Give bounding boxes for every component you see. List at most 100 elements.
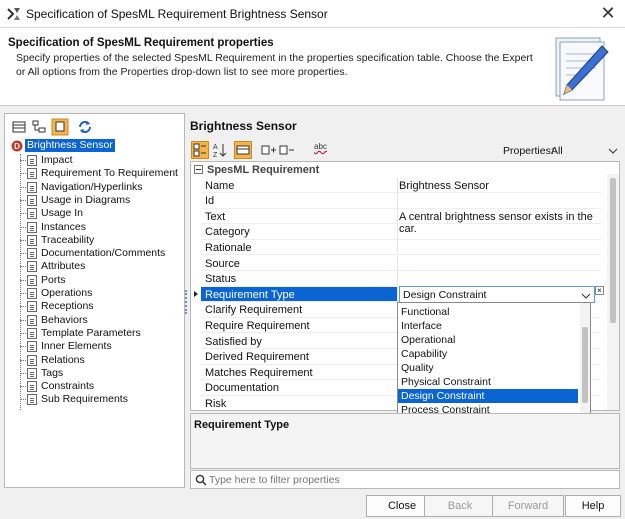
tree-item-label: Requirement To Requirement: [41, 167, 178, 180]
collapse-all-icon[interactable]: [278, 141, 296, 159]
property-name: Derived Requirement: [205, 351, 309, 364]
page-icon: [27, 221, 37, 233]
categorized-view-icon[interactable]: [191, 141, 209, 159]
property-name: Text: [205, 210, 226, 223]
property-row[interactable]: Text A central brightness sensor exists i…: [191, 208, 601, 235]
tree-item-label: Attributes: [41, 260, 86, 273]
close-icon[interactable]: ✕: [597, 3, 619, 25]
property-name: Satisfied by: [205, 335, 262, 348]
chevron-down-icon: [581, 293, 591, 299]
property-name: Risk: [205, 397, 227, 410]
filter-input[interactable]: [209, 472, 609, 487]
property-name: Category: [205, 226, 250, 239]
show-description-icon[interactable]: [234, 141, 252, 159]
clear-value-icon[interactable]: ×: [595, 286, 604, 295]
page-icon: [27, 274, 37, 286]
pin-panel-icon[interactable]: [51, 118, 69, 136]
column-separator: [397, 193, 398, 209]
description-title: Requirement Type: [194, 419, 290, 431]
column-separator: [397, 255, 398, 271]
tree-item-label: Inner Elements: [41, 340, 112, 353]
tree-connector-branch: [20, 173, 26, 175]
tree-item-label: Template Parameters: [41, 326, 141, 339]
current-row-arrow-icon: [194, 290, 198, 297]
tree-connector-branch: [20, 239, 26, 241]
help-button[interactable]: Help: [565, 495, 621, 517]
property-row[interactable]: Source: [191, 255, 601, 271]
splitter-handle[interactable]: [185, 290, 187, 314]
dropdown-option[interactable]: Functional: [398, 305, 578, 319]
tree-connector-branch: [20, 266, 26, 268]
property-row[interactable]: Category: [191, 224, 601, 240]
column-separator: [397, 271, 398, 287]
table-view-icon[interactable]: [10, 118, 28, 136]
page-icon: [27, 394, 37, 406]
property-name: Rationale: [205, 241, 252, 254]
tree-panel: D Brightness Sensor Impact Requirement To…: [4, 113, 185, 488]
property-tree: D Brightness Sensor Impact Requirement To…: [5, 138, 184, 487]
tree-view-icon[interactable]: [30, 118, 48, 136]
property-row[interactable]: Rationale: [191, 239, 601, 256]
forward-button[interactable]: Forward: [492, 495, 564, 517]
page-icon: [27, 327, 37, 339]
column-separator: [397, 224, 398, 240]
tree-item-label: Usage in Diagrams: [41, 193, 131, 206]
grid-scrollbar-thumb[interactable]: [610, 178, 616, 323]
search-icon: [195, 474, 207, 486]
column-separator: [397, 177, 398, 193]
tree-item-label: Impact: [41, 154, 73, 166]
dropdown-option[interactable]: Capability: [398, 347, 578, 361]
tree-connector-branch: [20, 399, 26, 401]
tree-item-label: Usage In: [41, 207, 84, 220]
grid-scrollbar[interactable]: [607, 174, 619, 410]
filter-box[interactable]: [190, 470, 620, 489]
dropdown-option[interactable]: Quality: [398, 361, 578, 375]
sort-alphabetical-icon[interactable]: A Z: [211, 141, 229, 159]
dropdown-option[interactable]: Operational: [398, 333, 578, 347]
property-name: Require Requirement: [205, 319, 310, 332]
document-pencil-icon: [555, 37, 609, 101]
window-title: Specification of SpesML Requirement Brig…: [26, 7, 328, 21]
column-separator: [397, 239, 398, 256]
property-name: Matches Requirement: [205, 366, 313, 379]
property-row[interactable]: Status: [191, 271, 601, 287]
property-row[interactable]: Id: [191, 193, 601, 209]
page-icon: [27, 288, 37, 299]
dropdown-option[interactable]: Physical Constraint: [398, 375, 578, 389]
dropdown-option[interactable]: Interface: [398, 319, 578, 333]
tree-root-label: Brightness Sensor: [25, 139, 115, 152]
column-separator: [397, 286, 398, 303]
properties-select[interactable]: All: [548, 142, 620, 159]
header-description: Specify properties of the selected SpesM…: [16, 52, 533, 78]
requirement-type-combo[interactable]: Design Constraint: [399, 286, 595, 303]
expand-all-icon[interactable]: [260, 141, 278, 159]
back-button[interactable]: Back: [424, 495, 496, 517]
column-separator: [397, 208, 398, 225]
dropdown-option[interactable]: Design Constraint: [398, 389, 578, 403]
tree-connector-branch: [20, 279, 26, 281]
property-value[interactable]: Brightness Sensor: [399, 180, 489, 192]
dropdown-scrollbar-thumb[interactable]: [582, 327, 588, 403]
page-icon: [27, 248, 37, 260]
app-logo-icon: [7, 8, 20, 20]
requirement-type-dropdown: Functional Interface Operational Capability…: [397, 302, 591, 416]
collapse-group-icon[interactable]: [194, 165, 203, 174]
spell-check-icon[interactable]: abc: [314, 142, 327, 151]
page-icon: [27, 314, 37, 326]
group-header[interactable]: SpesML Requirement: [191, 162, 601, 178]
tree-connector-branch: [20, 160, 26, 161]
page-icon: [27, 381, 37, 393]
page-icon: [27, 155, 37, 166]
page-icon: [27, 367, 37, 379]
page-icon: [27, 181, 37, 193]
dropdown-scrollbar[interactable]: [580, 303, 590, 415]
tree-connector-branch: [20, 372, 26, 374]
tree-connector-branch: [20, 319, 26, 321]
page-icon: [27, 208, 37, 220]
tree-item-label: Ports: [41, 273, 66, 286]
tree-connector-branch: [20, 213, 26, 215]
refresh-icon[interactable]: [76, 118, 94, 136]
property-row[interactable]: Name Brightness Sensor: [191, 177, 601, 193]
description-panel: Requirement Type: [190, 413, 620, 469]
properties-toolbar: A Z abc Properties: All: [190, 140, 620, 162]
